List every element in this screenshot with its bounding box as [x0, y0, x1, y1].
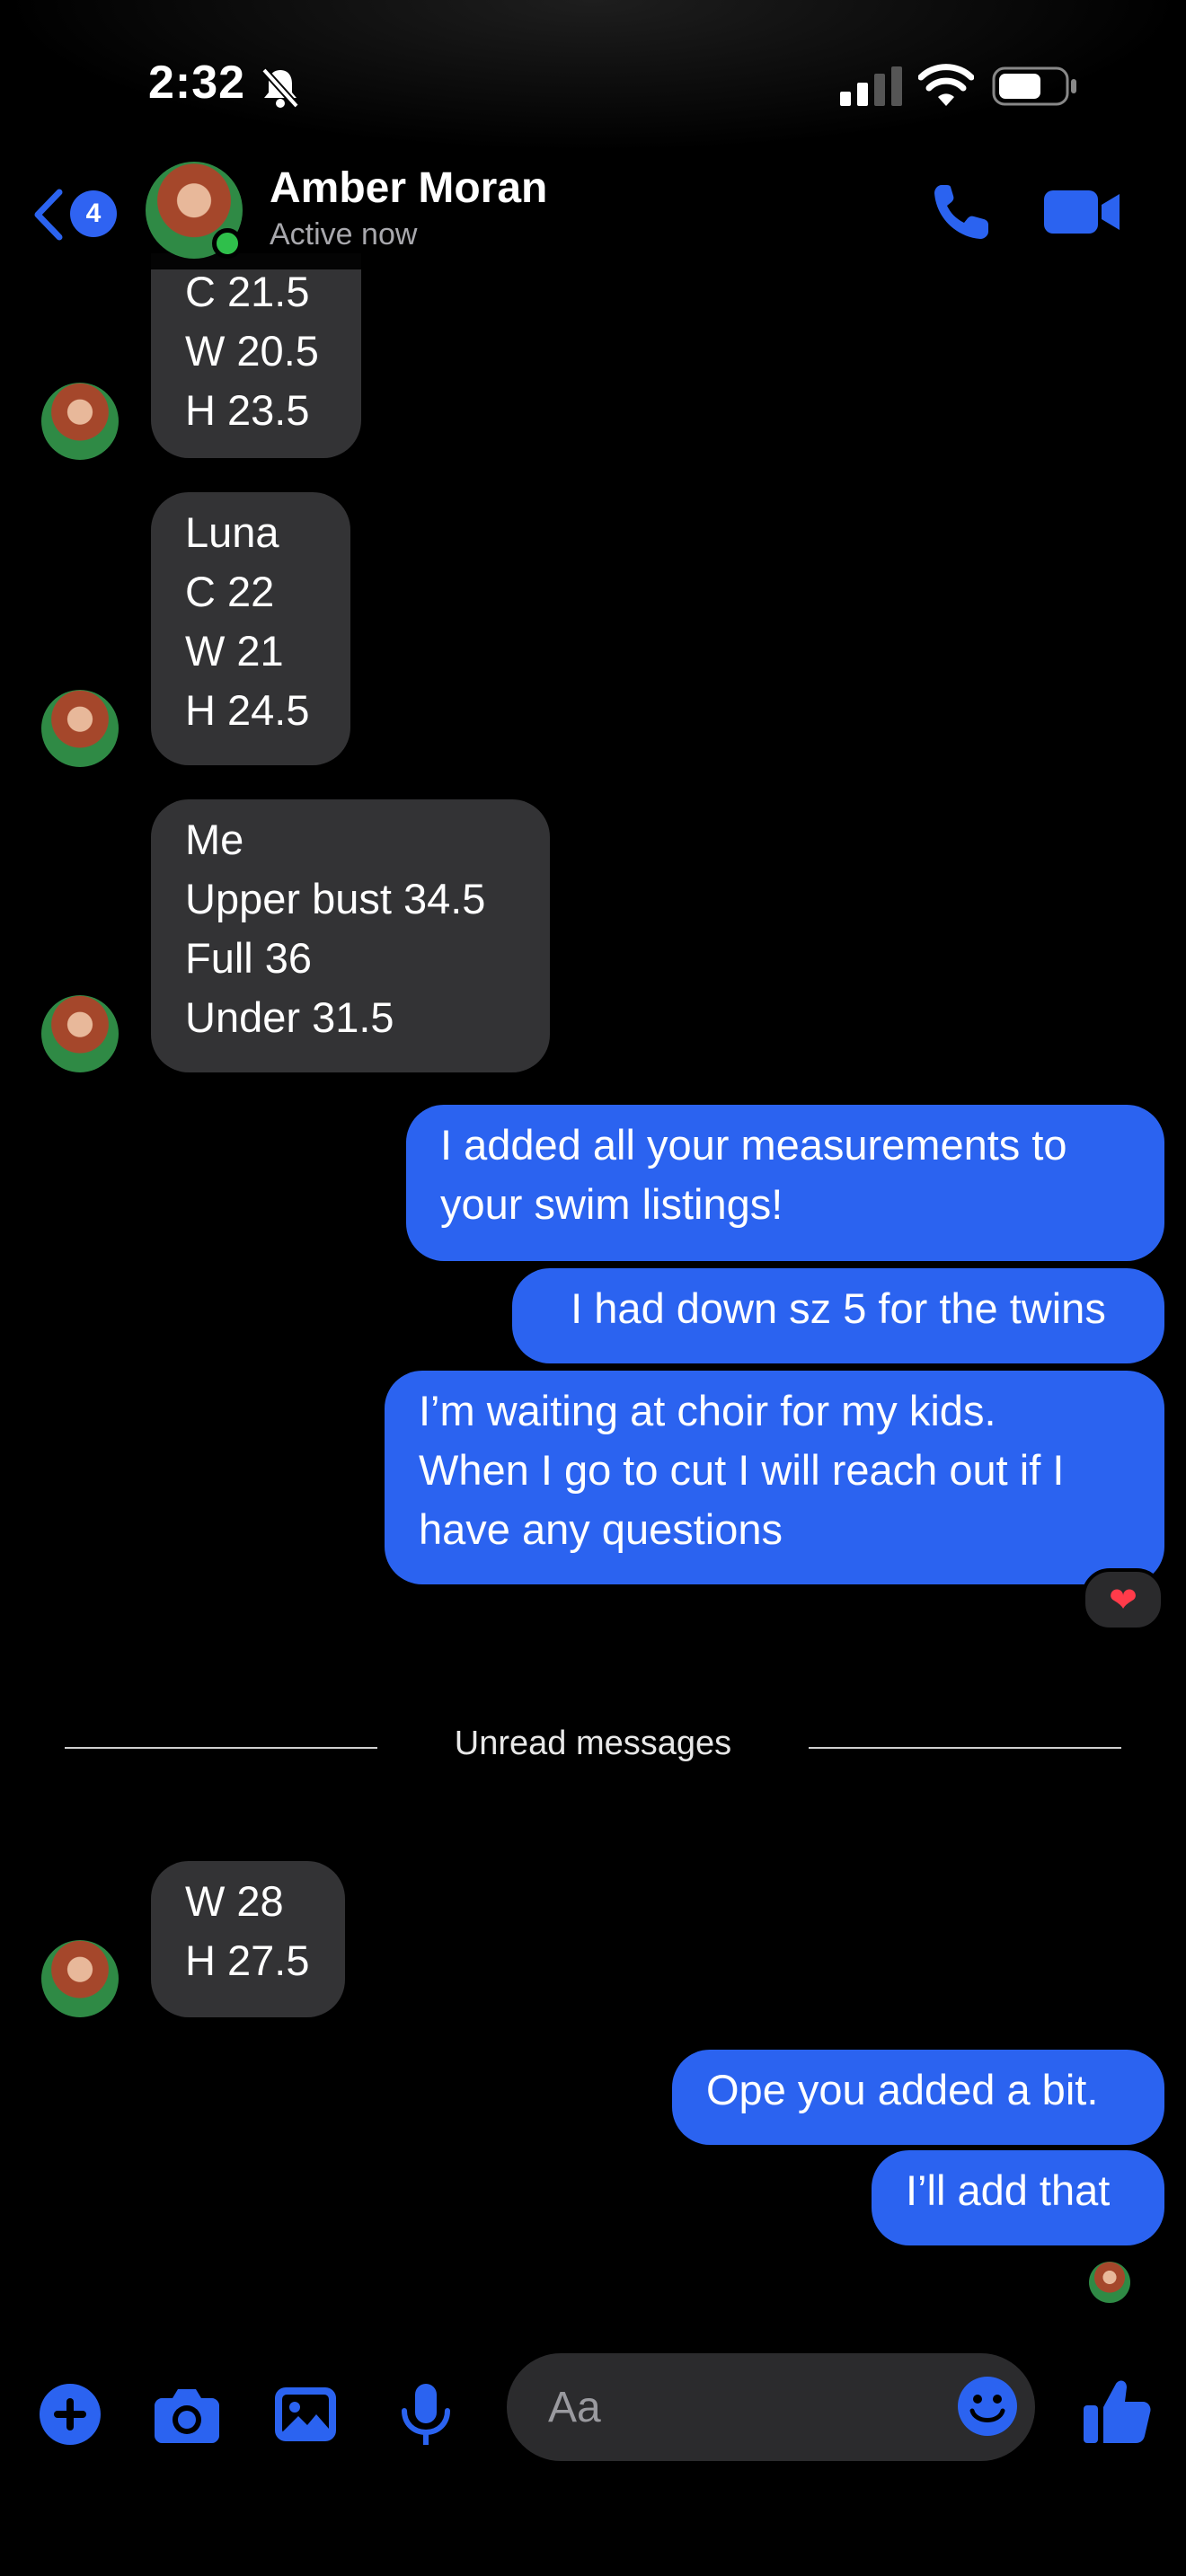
- presence-status: Active now: [270, 217, 418, 251]
- sender-avatar[interactable]: [41, 383, 119, 460]
- message-text-line: Me: [185, 816, 244, 863]
- gallery-icon[interactable]: [271, 2380, 340, 2448]
- message-text-line: C 21.5: [185, 268, 310, 315]
- message-text-line: Full 36: [185, 934, 313, 982]
- unread-count-badge: 4: [70, 190, 117, 237]
- read-receipt-avatar: [1089, 2262, 1130, 2303]
- message-text-line: I had down sz 5 for the twins: [571, 1284, 1106, 1332]
- message-bubble-outgoing[interactable]: I’ll add that: [872, 2150, 1164, 2245]
- cellular-signal-icon: [840, 66, 902, 106]
- conversation-header: 4 Amber Moran Active now: [0, 153, 1186, 269]
- message-text-line: H 24.5: [185, 686, 310, 734]
- message-text-line: I’m waiting at choir for my kids.: [419, 1387, 996, 1434]
- message-bubble-incoming[interactable]: Me Upper bust 34.5 Full 36 Under 31.5: [151, 799, 550, 1072]
- message-text-line: When I go to cut I will reach out if I: [419, 1446, 1065, 1494]
- message-text-line: I’ll add that: [906, 2166, 1111, 2214]
- message-text-line: your swim listings!: [440, 1180, 783, 1228]
- emoji-icon[interactable]: [956, 2375, 1019, 2438]
- message-bubble-incoming[interactable]: W 28 H 27.5: [151, 1861, 345, 2017]
- unread-messages-divider: Unread messages: [454, 1725, 732, 1762]
- message-text-line: have any questions: [419, 1505, 783, 1553]
- message-composer: Aa: [0, 2326, 1186, 2576]
- thumbs-up-icon[interactable]: [1082, 2377, 1152, 2447]
- message-bubble-incoming[interactable]: C 21.5 W 20.5 H 23.5: [151, 253, 361, 458]
- online-status-dot: [212, 228, 243, 259]
- phone-call-icon[interactable]: [929, 180, 994, 244]
- message-text-line: W 28: [185, 1877, 284, 1925]
- heart-reaction[interactable]: ❤: [1082, 1568, 1164, 1631]
- message-text-line: H 27.5: [185, 1936, 310, 1984]
- status-bar: 2:32: [0, 0, 1186, 153]
- message-text-line: Upper bust 34.5: [185, 875, 486, 922]
- chevron-left-icon: [34, 189, 63, 241]
- message-text-line: Under 31.5: [185, 993, 394, 1041]
- sender-avatar[interactable]: [41, 995, 119, 1072]
- microphone-icon[interactable]: [392, 2380, 460, 2448]
- video-call-icon[interactable]: [1042, 185, 1121, 239]
- message-bubble-outgoing[interactable]: Ope you added a bit.: [672, 2050, 1164, 2145]
- message-text-line: H 23.5: [185, 386, 310, 434]
- status-time: 2:32: [148, 57, 246, 109]
- message-input-placeholder: Aa: [548, 2383, 601, 2431]
- contact-name[interactable]: Amber Moran: [270, 163, 547, 213]
- back-button[interactable]: 4: [32, 181, 122, 244]
- message-bubble-outgoing[interactable]: I’m waiting at choir for my kids. When I…: [385, 1371, 1164, 1584]
- message-text-line: W 21: [185, 627, 284, 675]
- message-text-line: Luna: [185, 508, 279, 556]
- plus-icon[interactable]: [36, 2380, 104, 2448]
- camera-icon[interactable]: [153, 2380, 221, 2448]
- heart-icon: ❤: [1109, 1581, 1137, 1619]
- sender-avatar[interactable]: [41, 1940, 119, 2017]
- wifi-icon: [918, 64, 974, 106]
- message-bubble-outgoing[interactable]: I had down sz 5 for the twins: [512, 1268, 1164, 1363]
- battery-icon: [992, 66, 1076, 106]
- message-bubble-outgoing[interactable]: I added all your measurements to your sw…: [406, 1105, 1164, 1261]
- bell-off-icon: [261, 67, 299, 109]
- message-text-line: Ope you added a bit.: [706, 2066, 1099, 2113]
- message-bubble-incoming[interactable]: Luna C 22 W 21 H 24.5: [151, 492, 350, 765]
- message-text-line: W 20.5: [185, 327, 319, 375]
- sender-avatar[interactable]: [41, 690, 119, 767]
- message-text-line: I added all your measurements to: [440, 1121, 1067, 1169]
- message-text-line: C 22: [185, 568, 275, 615]
